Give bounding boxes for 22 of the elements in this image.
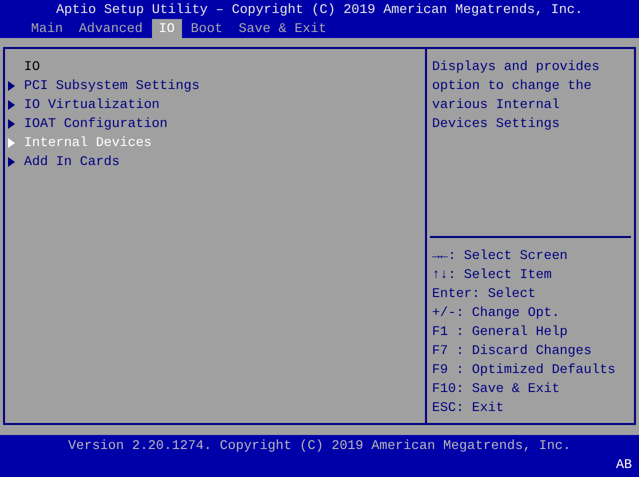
submenu-item[interactable]: IOAT Configuration: [24, 114, 168, 133]
key-help-text: F9 : Optimized Defaults: [431, 361, 617, 379]
key-help-text: +/-: Change Opt.: [431, 304, 561, 322]
key-help-text: F1 : General Help: [431, 323, 569, 341]
keyboard-indicator: AB: [616, 457, 632, 472]
submenu-item[interactable]: PCI Subsystem Settings: [24, 76, 200, 95]
menu-tab[interactable]: Advanced: [72, 19, 150, 38]
key-help-text: Enter: Select: [431, 285, 537, 303]
section-heading: IO: [24, 58, 40, 76]
submenu-item[interactable]: Add In Cards: [24, 152, 120, 171]
key-help-text: F7 : Discard Changes: [431, 342, 593, 360]
menu-tab[interactable]: Save & Exit: [232, 19, 334, 38]
help-description: Displays and provides option to change the various Internal Devices Settings: [431, 58, 601, 133]
submenu-item[interactable]: IO Virtualization: [24, 95, 160, 114]
window-title: Aptio Setup Utility – Copyright (C) 2019 American Megatrends, Inc.: [55, 1, 584, 19]
key-help-text: ↑↓: Select Item: [431, 266, 553, 284]
key-help-text: F10: Save & Exit: [431, 380, 561, 398]
version-text: Version 2.20.1274. Copyright (C) 2019 American Megatrends, Inc.: [67, 437, 572, 455]
key-help-text: ESC: Exit: [431, 399, 505, 417]
key-help-text: →←: Select Screen: [431, 247, 569, 265]
menu-tab[interactable]: Main: [24, 19, 70, 38]
menu-tab[interactable]: Boot: [184, 19, 230, 38]
